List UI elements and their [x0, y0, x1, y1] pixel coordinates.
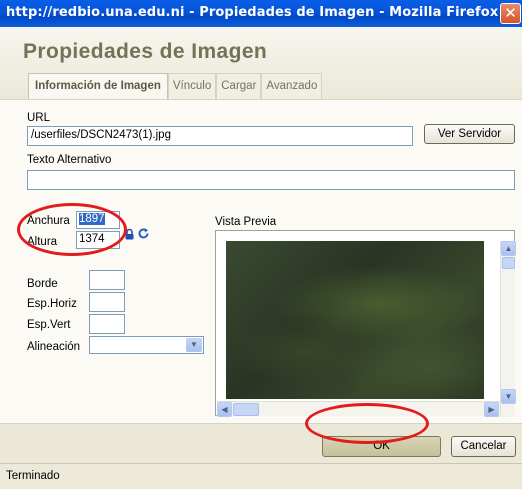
height-label: Altura — [27, 236, 58, 248]
vertical-scroll-thumb[interactable] — [502, 257, 515, 269]
status-text: Terminado — [6, 470, 60, 482]
window-title: http://redbio.una.edu.ni - Propiedades d… — [6, 5, 499, 20]
reset-size-icon[interactable] — [137, 227, 150, 240]
height-input[interactable]: 1374 — [76, 231, 120, 249]
preview-vertical-scrollbar[interactable]: ▲ ▼ — [500, 241, 516, 417]
image-info-panel: URL /userfiles/DSCN2473(1).jpg Ver Servi… — [0, 99, 522, 423]
border-label: Borde — [27, 278, 58, 290]
vspace-input[interactable] — [89, 314, 125, 334]
height-value: 1374 — [79, 233, 105, 245]
width-value: 1897 — [79, 213, 105, 225]
dialog-tabs: Información de Imagen Vínculo Cargar Ava… — [28, 73, 323, 99]
align-label: Alineación — [27, 341, 81, 353]
horizontal-scroll-thumb[interactable] — [233, 403, 259, 416]
chevron-down-icon[interactable]: ▼ — [186, 338, 202, 352]
tab-advanced[interactable]: Avanzado — [261, 73, 323, 99]
tab-link[interactable]: Vínculo — [167, 73, 217, 99]
ok-button[interactable]: OK — [322, 436, 441, 457]
dialog-footer: OK Cancelar — [0, 423, 522, 463]
url-input[interactable]: /userfiles/DSCN2473(1).jpg — [27, 126, 413, 146]
browse-server-button[interactable]: Ver Servidor — [424, 124, 515, 144]
tab-image-info[interactable]: Información de Imagen — [28, 73, 168, 99]
alt-text-input[interactable] — [27, 170, 515, 190]
scroll-left-icon[interactable]: ◀ — [217, 402, 232, 417]
hspace-input[interactable] — [89, 292, 125, 312]
dialog-header: Propiedades de Imagen Información de Ima… — [0, 27, 522, 99]
width-input[interactable]: 1897 — [76, 211, 120, 229]
hspace-label: Esp.Horiz — [27, 298, 77, 310]
align-select[interactable]: ▼ — [89, 336, 204, 354]
preview-horizontal-scrollbar[interactable]: ◀ ▶ — [217, 401, 500, 417]
width-label: Anchura — [27, 215, 70, 227]
border-input[interactable] — [89, 270, 125, 290]
tab-upload[interactable]: Cargar — [216, 73, 262, 99]
alt-text-label: Texto Alternativo — [27, 154, 112, 166]
url-label: URL — [27, 112, 51, 124]
close-window-button[interactable]: ✕ — [500, 3, 521, 24]
url-value: /userfiles/DSCN2473(1).jpg — [31, 129, 171, 141]
cancel-button[interactable]: Cancelar — [451, 436, 516, 457]
scroll-up-icon[interactable]: ▲ — [501, 241, 516, 256]
image-properties-dialog: Propiedades de Imagen Información de Ima… — [0, 27, 522, 463]
preview-label: Vista Previa — [215, 216, 277, 228]
preview-image — [226, 241, 484, 399]
window-titlebar: http://redbio.una.edu.ni - Propiedades d… — [0, 0, 522, 27]
scroll-right-icon[interactable]: ▶ — [484, 402, 499, 417]
vspace-label: Esp.Vert — [27, 319, 71, 331]
preview-frame: ▲ ▼ ◀ ▶ — [215, 230, 516, 417]
scroll-down-icon[interactable]: ▼ — [501, 389, 516, 404]
lock-icon[interactable] — [124, 228, 135, 240]
browser-statusbar: Terminado — [0, 463, 522, 489]
dialog-title: Propiedades de Imagen — [23, 40, 268, 63]
